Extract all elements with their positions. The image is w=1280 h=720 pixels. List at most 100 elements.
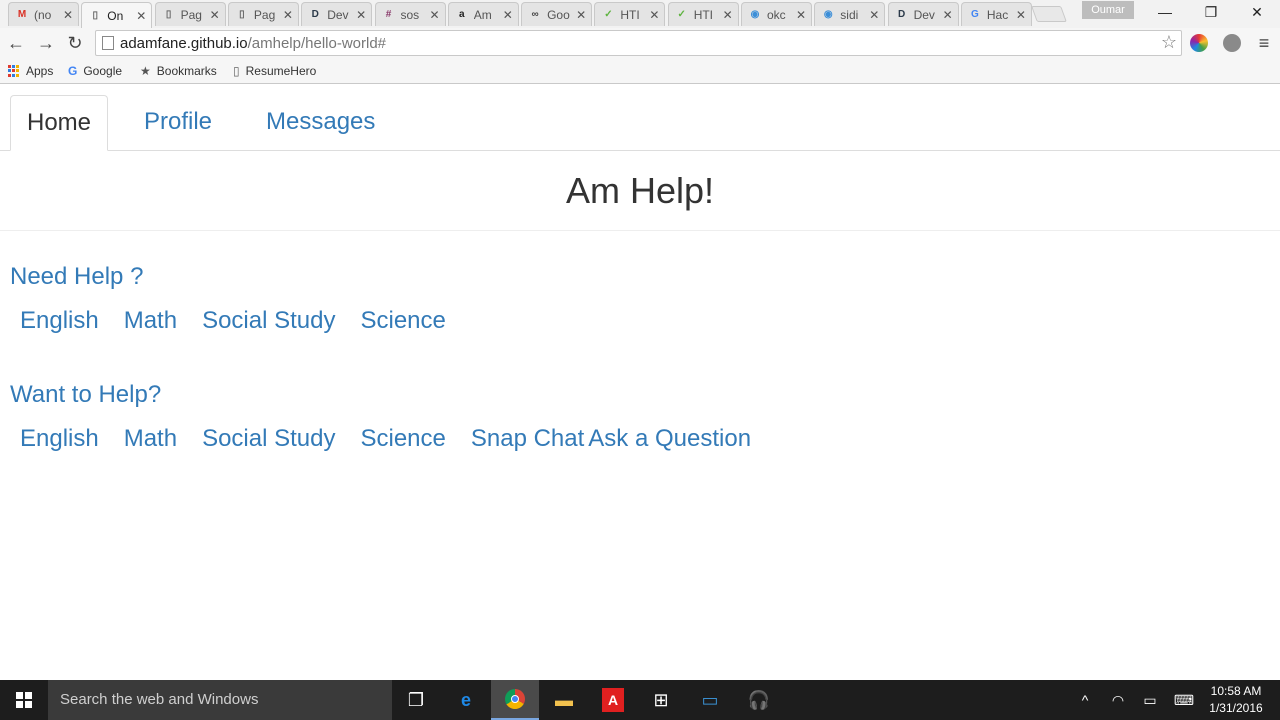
browser-tab[interactable]: ◉ sidi ✕ (814, 2, 886, 26)
browser-tab[interactable]: ▯ On ✕ (81, 2, 153, 28)
action-center-icon[interactable]: ▭ (1138, 680, 1162, 720)
want-help-link-math[interactable]: Math (114, 425, 187, 453)
browser-tab[interactable]: M (no ✕ (8, 2, 79, 26)
profile-button[interactable]: Oumar (1082, 1, 1134, 19)
need-help-link-social-study[interactable]: Social Study (192, 307, 345, 335)
reload-icon[interactable]: ↻ (63, 31, 87, 55)
browser-tab-title: sos (400, 7, 420, 22)
back-arrow-icon[interactable]: ← (4, 31, 28, 55)
tab-messages[interactable]: Messages (250, 95, 391, 151)
want-help-link-english[interactable]: English (10, 425, 109, 453)
close-tab-icon[interactable]: ✕ (135, 9, 147, 23)
close-tab-icon[interactable]: ✕ (62, 8, 74, 22)
need-help-heading[interactable]: Need Help ? (10, 263, 143, 291)
bookmark-bookmarks[interactable]: ★ Bookmarks (140, 62, 217, 80)
bookmark-resumehero[interactable]: ▯ ResumeHero (233, 62, 316, 80)
close-tab-icon[interactable]: ✕ (795, 8, 807, 22)
browser-tab[interactable]: # sos ✕ (374, 2, 446, 26)
tab-home[interactable]: Home (10, 95, 109, 151)
browser-tab[interactable]: ✓ HTI ✕ (594, 2, 666, 26)
browser-tab[interactable]: a Am ✕ (447, 2, 519, 26)
browser-tab[interactable]: ▯ Pag ✕ (227, 2, 299, 26)
lenovo-icon[interactable]: ▭ (686, 684, 734, 716)
close-tab-icon[interactable]: ✕ (209, 8, 221, 22)
html-icon: ✓ (677, 9, 686, 20)
browser-tab[interactable]: ◉ okc ✕ (741, 2, 812, 26)
browser-tab-strip: M (no ✕ ▯ On ✕ ▯ Pag ✕ ▯ Pag ✕ D Dev ✕ # sos ✕ a Am ✕ ∞ Goo ✕ ✓ H… (0, 0, 1280, 28)
file-explorer-icon[interactable]: ▬ (540, 684, 588, 716)
taskbar: Search the web and Windows ❐ e ▬ A ⊞ ▭ 🎧… (0, 680, 1280, 720)
bookmark-label: Google (83, 64, 123, 78)
d-icon: D (311, 9, 319, 20)
page-icon: ▯ (233, 64, 240, 78)
browser-tab-title: Pag (180, 7, 202, 22)
headphones-icon[interactable]: 🎧 (735, 684, 783, 716)
address-url[interactable]: adamfane.github.io/amhelp/hello-world# (120, 35, 386, 52)
close-tab-icon[interactable]: ✕ (648, 8, 660, 22)
windows-logo-icon (16, 692, 32, 708)
bookmark-label: ResumeHero (245, 64, 317, 78)
tab-profile[interactable]: Profile (128, 95, 228, 151)
wifi-icon[interactable]: ◠ (1106, 680, 1130, 720)
browser-tab-title: Hac (986, 7, 1009, 22)
color-extension-icon[interactable] (1190, 34, 1208, 52)
google-icon: G (68, 64, 78, 78)
divider (0, 230, 1280, 231)
keyboard-icon[interactable]: ⌨ (1170, 680, 1198, 720)
browser-tab[interactable]: ∞ Goo ✕ (521, 2, 593, 26)
close-tab-icon[interactable]: ✕ (355, 8, 367, 22)
browser-tab-title: Am (473, 7, 492, 22)
nav-tabs: Home Profile Messages (0, 95, 1280, 151)
close-tab-icon[interactable]: ✕ (282, 8, 294, 22)
close-tab-icon[interactable]: ✕ (722, 8, 734, 22)
extension-icon[interactable] (1223, 34, 1241, 52)
browser-tab-title: Pag (253, 7, 276, 22)
google-icon: G (971, 9, 979, 20)
need-help-link-english[interactable]: English (10, 307, 109, 335)
store-icon[interactable]: ⊞ (637, 684, 685, 716)
close-tab-icon[interactable]: ✕ (942, 8, 954, 22)
menu-icon[interactable]: ≡ (1252, 31, 1276, 55)
want-help-link-science[interactable]: Science (350, 425, 455, 453)
chrome-icon[interactable] (491, 680, 539, 720)
adobe-icon[interactable]: A (589, 684, 637, 716)
browser-tab[interactable]: ✓ HTI ✕ (667, 2, 739, 26)
address-bar[interactable]: adamfane.github.io/amhelp/hello-world# ☆ (95, 30, 1182, 56)
bookmark-google[interactable]: G Google (68, 62, 122, 80)
task-view-icon[interactable]: ❐ (392, 684, 440, 716)
minimize-icon[interactable]: — (1142, 0, 1188, 26)
browser-tab[interactable]: D Dev ✕ (887, 2, 959, 26)
page-title: Am Help! (565, 170, 715, 211)
clock-date: 1/31/2016 (1209, 701, 1263, 715)
d-icon: D (897, 9, 906, 20)
amazon-icon: a (459, 9, 465, 20)
browser-tab[interactable]: D Dev ✕ (301, 2, 373, 26)
close-tab-icon[interactable]: ✕ (868, 8, 880, 22)
want-help-link-ask-question[interactable]: Ask a Question (588, 425, 761, 453)
bookmark-star-icon[interactable]: ☆ (1161, 32, 1177, 53)
need-help-links: English Math Social Study Science (10, 307, 461, 335)
restore-icon[interactable]: ❐ (1188, 0, 1234, 26)
close-tab-icon[interactable]: ✕ (575, 8, 587, 22)
close-tab-icon[interactable]: ✕ (502, 8, 514, 22)
taskbar-search-input[interactable]: Search the web and Windows (48, 680, 392, 720)
close-tab-icon[interactable]: ✕ (429, 8, 441, 22)
edge-icon[interactable]: e (442, 684, 490, 716)
close-window-icon[interactable]: ✕ (1234, 0, 1280, 26)
want-help-heading[interactable]: Want to Help? (10, 381, 161, 409)
bookmark-apps[interactable]: Apps (8, 62, 53, 80)
show-hidden-icons[interactable]: ^ (1074, 680, 1096, 720)
okc-icon: ◉ (823, 9, 833, 20)
want-help-link-snap-chat[interactable]: Snap Chat (461, 425, 588, 453)
clock-time: 10:58 AM (1210, 684, 1262, 698)
browser-tab[interactable]: ▯ Pag ✕ (154, 2, 226, 26)
browser-tab[interactable]: G Hac ✕ (960, 2, 1032, 26)
start-button[interactable] (0, 680, 48, 720)
want-help-link-social-study[interactable]: Social Study (192, 425, 345, 453)
need-help-link-math[interactable]: Math (114, 307, 187, 335)
forward-arrow-icon[interactable]: → (34, 31, 58, 55)
new-tab-button[interactable] (1031, 6, 1067, 22)
need-help-link-science[interactable]: Science (350, 307, 455, 335)
taskbar-clock[interactable]: 10:58 AM 1/31/2016 (1204, 683, 1268, 717)
close-tab-icon[interactable]: ✕ (1015, 8, 1027, 22)
